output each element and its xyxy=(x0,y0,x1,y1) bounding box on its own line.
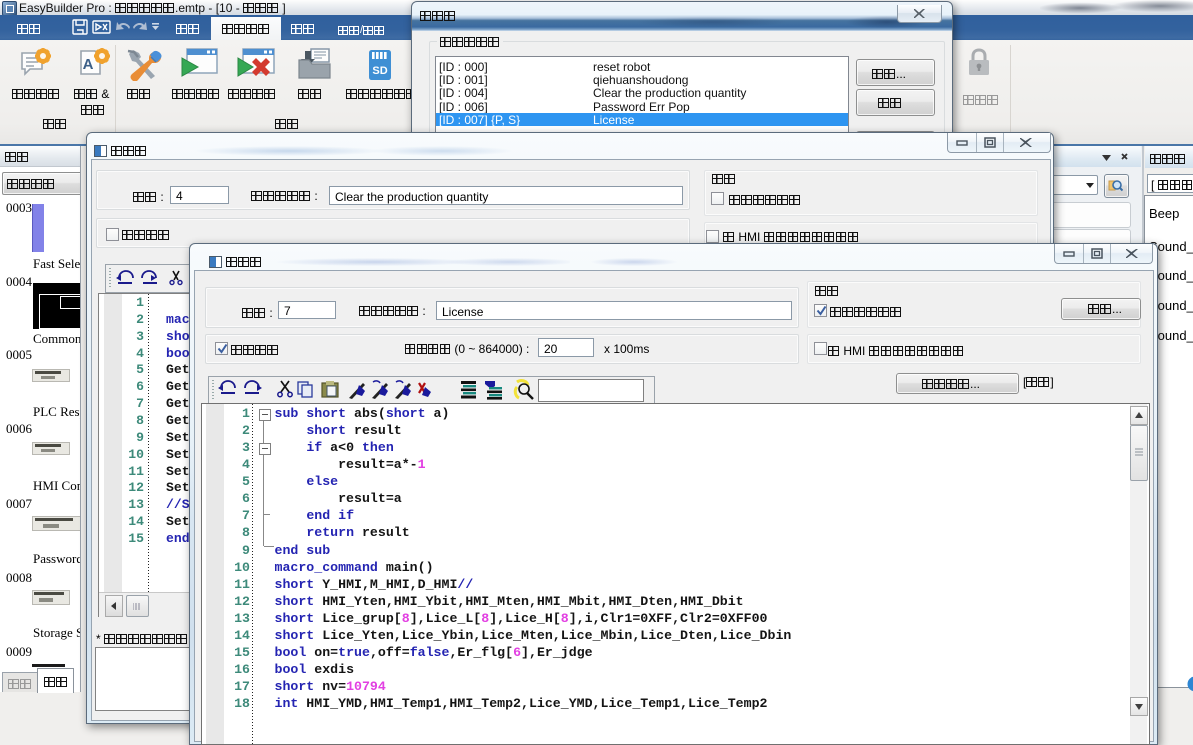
svg-text:A: A xyxy=(83,56,94,73)
svg-text:SD: SD xyxy=(372,65,387,77)
